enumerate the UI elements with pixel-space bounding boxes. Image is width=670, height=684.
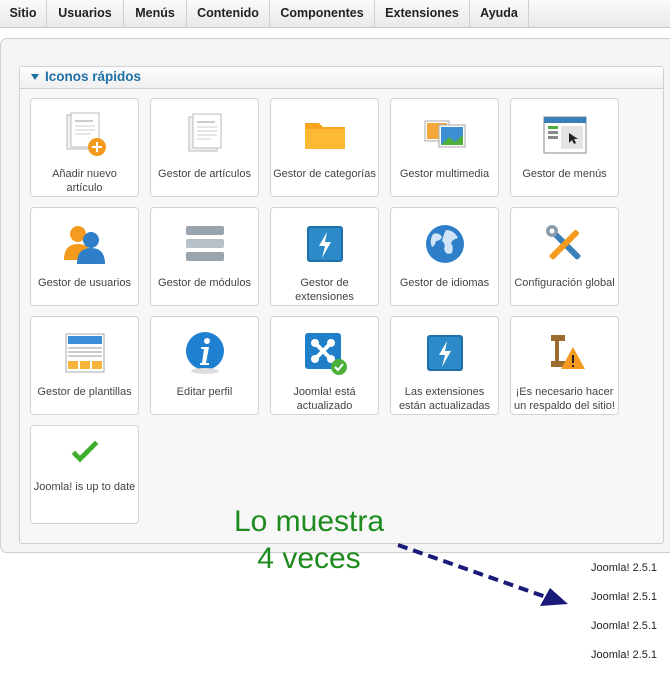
- version-text: Joomla! 2.5.1: [591, 649, 658, 661]
- annotation-arrow: [397, 543, 568, 606]
- version-text: Joomla! 2.5.1: [591, 562, 658, 574]
- version-text: Joomla! 2.5.1: [591, 591, 658, 603]
- version-text: Joomla! 2.5.1: [591, 620, 658, 632]
